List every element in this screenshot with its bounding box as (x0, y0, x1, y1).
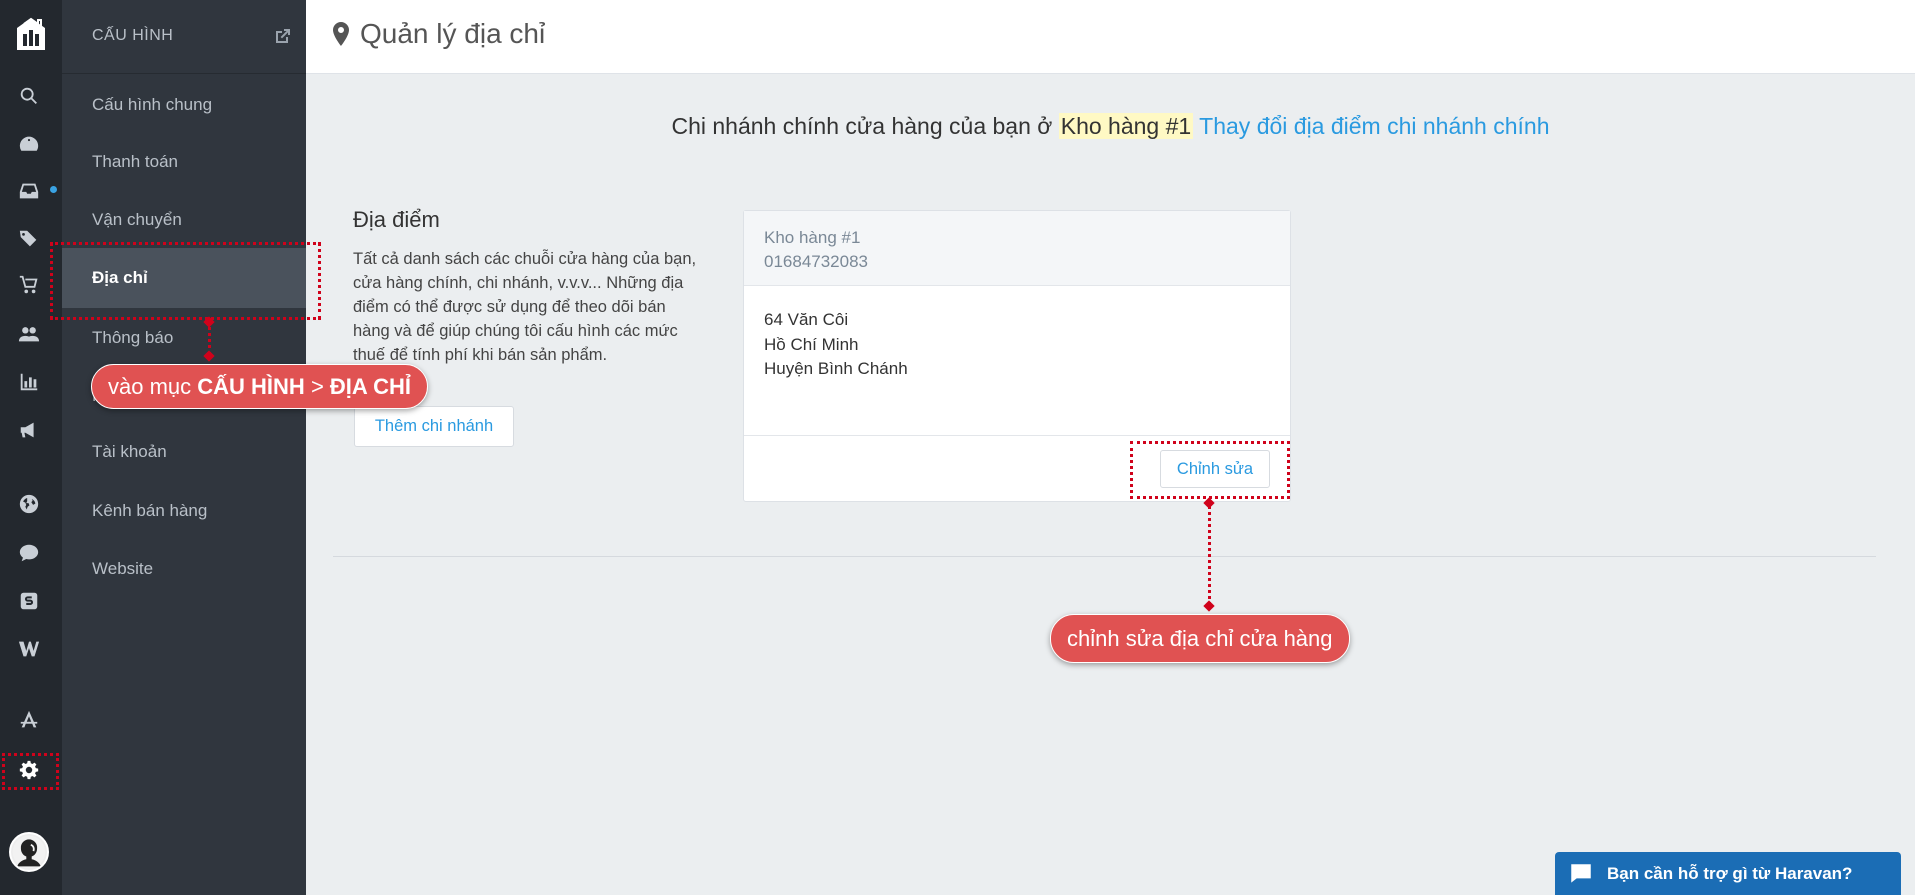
location-address: 64 Văn Côi Hồ Chí Minh Huyện Bình Chánh (744, 286, 1290, 436)
address-highlight-frame (50, 242, 321, 320)
sidebar-item-general[interactable]: Cấu hình chung (62, 75, 306, 135)
address-line: Hồ Chí Minh (764, 334, 859, 354)
annotation-connector (1208, 501, 1211, 605)
external-link-icon[interactable] (273, 26, 293, 46)
sidebar-header: CẤU HÌNH (62, 0, 306, 74)
sidebar-item-account[interactable]: Tài khoản (62, 422, 306, 482)
map-pin-icon (333, 22, 349, 46)
divider (333, 556, 1876, 557)
main-branch-highlight: Kho hàng #1 (1058, 113, 1194, 139)
dashboard-icon[interactable] (16, 131, 42, 157)
settings-sidebar: CẤU HÌNH Cấu hình chung Thanh toán Vận c… (62, 0, 306, 895)
avatar[interactable] (9, 832, 49, 872)
add-branch-button[interactable]: Thêm chi nhánh (354, 406, 514, 447)
annotation-marker (1203, 600, 1215, 612)
s-app-icon[interactable] (16, 588, 42, 614)
address-line: Huyện Bình Chánh (764, 359, 908, 378)
gear-highlight-frame (2, 753, 59, 790)
w-app-icon[interactable] (16, 636, 42, 662)
chat-bubble-icon (1561, 852, 1601, 895)
sidebar-item-label: Vận chuyển (92, 210, 182, 229)
help-label: Bạn cần hỗ trợ gì từ Haravan? (1607, 863, 1853, 883)
help-chat-widget[interactable]: Bạn cần hỗ trợ gì từ Haravan? (1555, 852, 1901, 895)
search-icon[interactable] (16, 83, 42, 109)
reports-icon[interactable] (16, 369, 42, 395)
sidebar-item-payments[interactable]: Thanh toán (62, 132, 306, 192)
sidebar-item-label: Thanh toán (92, 152, 179, 171)
edit-highlight-frame (1130, 441, 1290, 499)
apps-icon[interactable] (16, 707, 42, 733)
sidebar-item-shipping[interactable]: Vận chuyển (62, 190, 306, 250)
location-phone: 01684732083 (764, 252, 869, 271)
sidebar-item-label: Kênh bán hàng (92, 501, 208, 520)
sidebar-item-website[interactable]: Website (62, 539, 306, 599)
callout-text: CẤU HÌNH (197, 373, 305, 399)
chat-icon[interactable] (16, 540, 42, 566)
sidebar-item-label: Website (92, 559, 154, 578)
sidebar-item-label: Tài khoản (92, 442, 167, 461)
customers-icon[interactable] (16, 321, 42, 347)
haravan-logo[interactable] (14, 14, 48, 54)
sidebar-item-label: Thông báo (92, 328, 174, 347)
sidebar-item-sales-channels[interactable]: Kênh bán hàng (62, 481, 306, 541)
change-main-branch-link[interactable]: Thay đổi địa điểm chi nhánh chính (1199, 113, 1549, 139)
tags-icon[interactable] (16, 226, 42, 252)
page-title: Quản lý địa chỉ (360, 18, 546, 49)
location-card-header: Kho hàng #1 01684732083 (744, 211, 1290, 286)
sidebar-item-label: Cấu hình chung (92, 95, 213, 114)
locations-description: Tất cả danh sách các chuỗi cửa hàng của … (353, 250, 697, 364)
callout-text: vào mục (108, 373, 198, 399)
callout-text: > (304, 373, 330, 399)
main-branch-banner: Chi nhánh chính cửa hàng của bạn ở Kho h… (306, 113, 1915, 140)
inbox-icon[interactable] (16, 178, 42, 204)
location-name: Kho hàng #1 (764, 228, 861, 247)
banner-text: Chi nhánh chính cửa hàng của bạn ở (671, 113, 1053, 139)
edit-address-callout: chỉnh sửa địa chỉ cửa hàng (1050, 614, 1350, 663)
sidebar-title: CẤU HÌNH (92, 27, 174, 44)
callout-text: ĐỊA CHỈ (329, 373, 411, 399)
globe-icon[interactable] (16, 491, 42, 517)
locations-title: Địa điểm (353, 207, 440, 232)
settings-address-callout: vào mục CẤU HÌNH > ĐỊA CHỈ (91, 364, 428, 409)
page-header: Quản lý địa chỉ (306, 0, 1915, 74)
address-line: 64 Văn Côi (764, 310, 849, 329)
marketing-icon[interactable] (16, 417, 42, 443)
callout-text: chỉnh sửa địa chỉ cửa hàng (1067, 625, 1333, 651)
cart-icon[interactable] (16, 272, 42, 298)
notification-dot (50, 186, 57, 193)
